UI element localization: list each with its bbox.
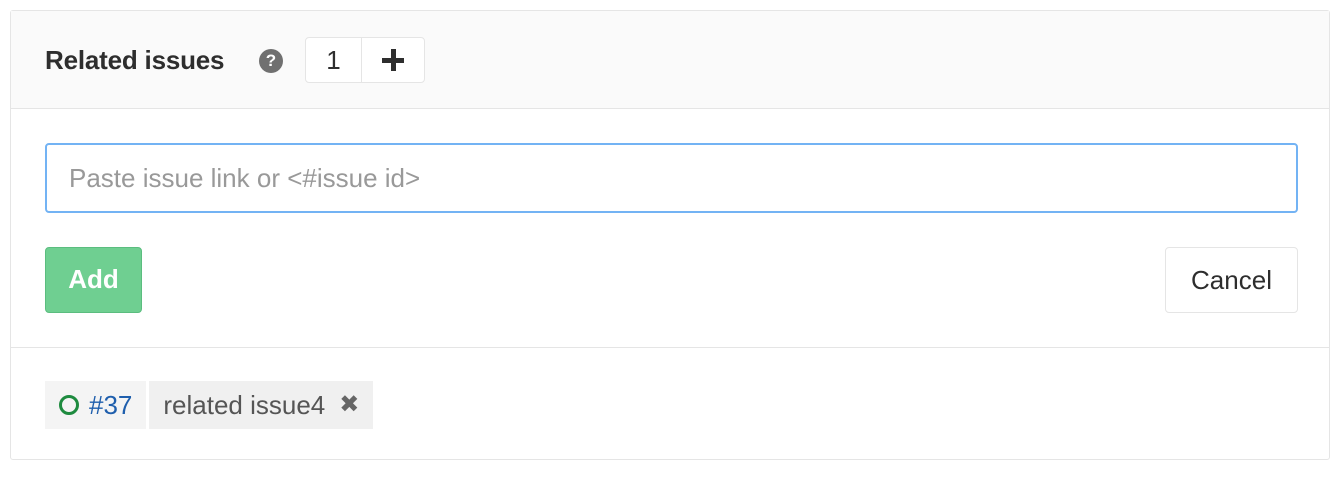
issue-reference-input[interactable]: [45, 143, 1298, 213]
plus-icon: [382, 49, 404, 71]
issue-token-reference[interactable]: #37: [45, 381, 147, 429]
related-issues-panel: Related issues ? 1 Add Cancel #37 relate…: [10, 10, 1330, 460]
cancel-button[interactable]: Cancel: [1165, 247, 1298, 313]
issue-reference-text: #37: [89, 390, 133, 420]
issue-open-icon: [59, 395, 79, 415]
issue-title-text: related issue4: [163, 390, 326, 420]
question-circle-icon[interactable]: ?: [259, 49, 283, 73]
panel-title: Related issues: [45, 45, 225, 75]
add-issue-form: Add Cancel: [11, 109, 1329, 348]
issue-token-title: related issue4 ✖: [149, 381, 374, 429]
issue-count-badge: 1: [306, 38, 362, 82]
close-icon[interactable]: ✖: [339, 381, 359, 429]
add-button[interactable]: Add: [45, 247, 142, 313]
issue-count-group: 1: [305, 37, 425, 83]
pending-issue-token-list: #37 related issue4 ✖: [45, 381, 374, 429]
add-related-issue-button[interactable]: [362, 38, 424, 82]
panel-header: Related issues ? 1: [11, 11, 1329, 109]
